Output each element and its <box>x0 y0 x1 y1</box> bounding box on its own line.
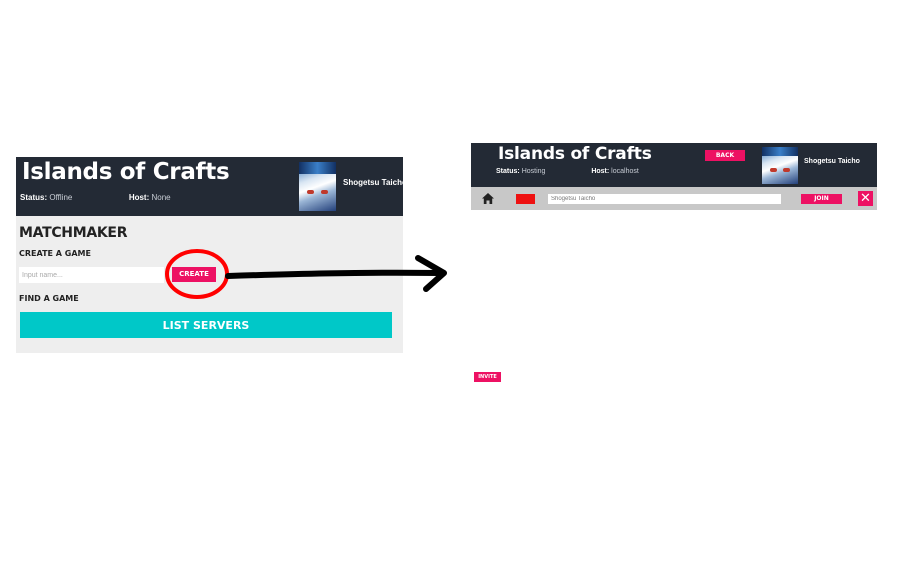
status-value: Hosting <box>521 168 546 175</box>
status-value: Offline <box>49 193 73 202</box>
game-title: Islands of Crafts <box>498 144 652 164</box>
host-label: Host: <box>128 193 150 202</box>
screenshot-stage: Islands of Crafts Status: Offline Host: … <box>0 0 905 561</box>
create-game-heading: CREATE A GAME <box>19 249 91 258</box>
right-app-header: Islands of Crafts Status: Hosting Host: … <box>471 143 877 187</box>
username: Shogetsu Taicho <box>343 178 407 187</box>
invite-button[interactable]: INVITE <box>474 372 501 382</box>
close-icon[interactable]: ✕ <box>858 191 873 206</box>
avatar <box>762 147 798 184</box>
player-color-swatch[interactable] <box>516 194 535 204</box>
status-row: Status: Hosting Host: localhost <box>496 168 639 175</box>
host-value: localhost <box>611 168 639 175</box>
game-name-input[interactable] <box>19 267 164 283</box>
create-button[interactable]: CREATE <box>172 267 216 282</box>
left-app-header: Islands of Crafts Status: Offline Host: … <box>16 157 407 216</box>
home-icon[interactable] <box>481 192 495 205</box>
matchmaker-panel: MATCHMAKER CREATE A GAME CREATE FIND A G… <box>16 216 403 353</box>
host-value: None <box>151 193 171 202</box>
game-title: Islands of Crafts <box>22 159 230 185</box>
matchmaker-title: MATCHMAKER <box>19 225 128 241</box>
arrow-head <box>415 255 447 292</box>
status-label: Status: <box>20 193 48 202</box>
lobby-toolbar: JOIN ✕ <box>471 187 877 210</box>
list-servers-button[interactable]: LIST SERVERS <box>20 312 392 338</box>
status-label: Status: <box>496 168 520 175</box>
host-label: Host: <box>591 168 610 175</box>
username: Shogetsu Taicho <box>804 158 860 165</box>
avatar <box>299 162 336 211</box>
back-button[interactable]: BACK <box>705 150 745 161</box>
join-button[interactable]: JOIN <box>801 194 842 204</box>
status-row: Status: Offline Host: None <box>20 193 171 202</box>
find-game-heading: FIND A GAME <box>19 294 79 303</box>
player-name-field[interactable] <box>548 194 781 204</box>
